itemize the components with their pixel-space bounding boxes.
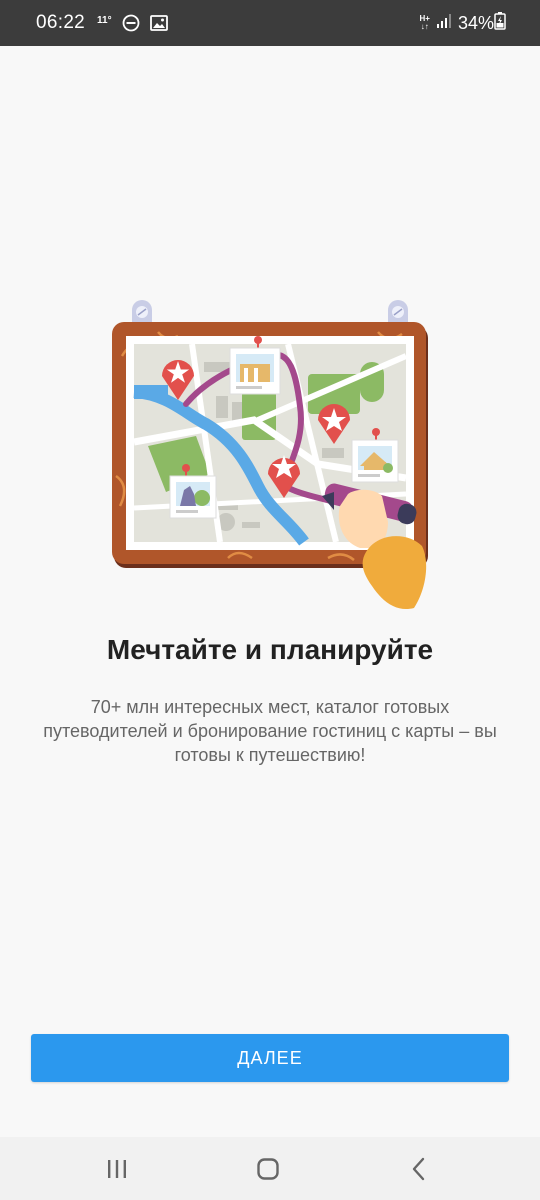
recent-apps-button[interactable] <box>67 1137 167 1200</box>
signal-icon <box>436 13 452 34</box>
map-planning-illustration <box>108 296 432 612</box>
battery-percent: 34% <box>457 12 494 33</box>
onboarding-description: 70+ млн интересных мест, каталог готовых… <box>43 697 497 765</box>
status-time: 06:22 <box>36 12 86 33</box>
battery-icon <box>494 11 506 35</box>
network-type-icon: H+ ↓↑ <box>419 14 430 31</box>
do-not-disturb-icon <box>122 14 140 32</box>
recent-apps-icon <box>108 1159 126 1178</box>
image-icon <box>149 15 168 31</box>
back-button[interactable] <box>369 1137 469 1200</box>
status-bar: 06:22 11° H+ ↓↑ 34% <box>0 0 540 46</box>
onboarding-title: Мечтайте и планируйте <box>106 634 434 665</box>
status-right: H+ ↓↑ 34% <box>419 11 506 35</box>
status-temperature: 11° <box>97 14 112 26</box>
next-button[interactable]: ДАЛЕЕ <box>31 1034 509 1082</box>
home-button[interactable] <box>218 1137 318 1200</box>
back-icon <box>412 1157 425 1180</box>
navigation-bar <box>0 1137 540 1200</box>
status-left: 06:22 11° <box>36 12 168 34</box>
network-type-label: H+ <box>419 14 430 23</box>
home-icon <box>257 1157 279 1180</box>
